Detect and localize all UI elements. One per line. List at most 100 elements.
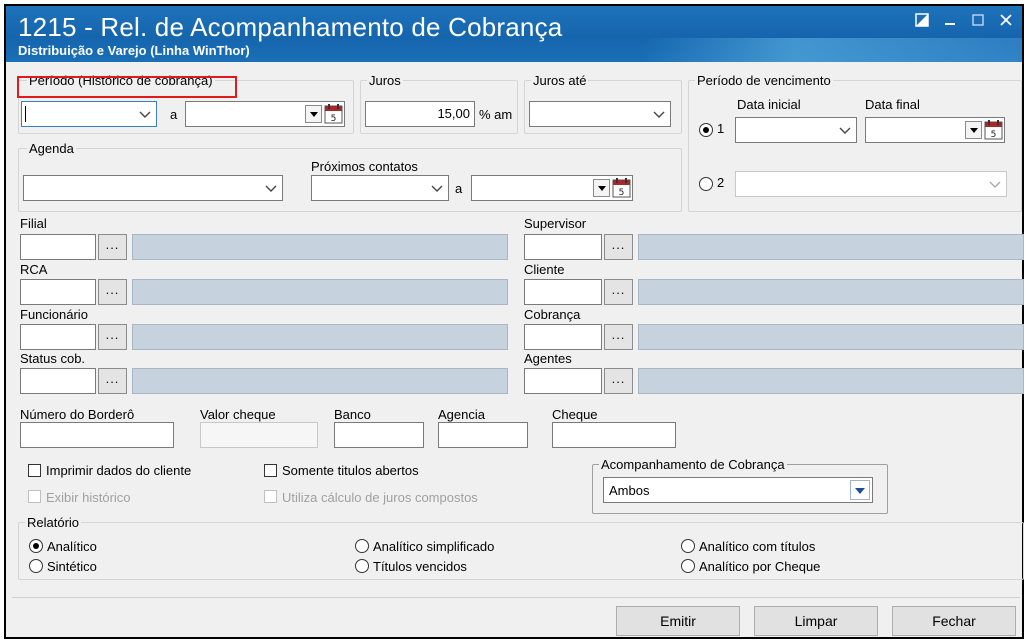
agentes-description-field [638, 368, 1024, 394]
svg-text:5: 5 [331, 114, 337, 124]
close-icon[interactable] [996, 12, 1016, 32]
agentes-lookup-button[interactable]: ... [604, 368, 633, 394]
proximos-contatos-separator: a [455, 181, 463, 196]
chevron-down-icon [139, 111, 151, 118]
relatorio-analitico-simplificado-label: Analítico simplificado [373, 539, 495, 554]
calendar-icon[interactable]: 5 [612, 178, 631, 198]
filial-lookup-button[interactable]: ... [98, 234, 127, 260]
agenda-combo[interactable] [23, 175, 283, 201]
status-cob-description-field [132, 368, 508, 394]
data-inicial-combo[interactable] [735, 117, 857, 143]
status-cob-lookup-button[interactable]: ... [98, 368, 127, 394]
proximos-contatos-end-date[interactable]: 5 [471, 175, 633, 201]
periodo-historico-start-combo[interactable] [21, 101, 157, 127]
supervisor-code-input[interactable] [524, 234, 602, 260]
emitir-button[interactable]: Emitir [616, 606, 740, 636]
vencimento-option-1-label: 1 [717, 121, 725, 136]
group-relatorio: Relatório Analítico Sintético Analítico … [18, 515, 1024, 580]
juros-compostos-label: Utiliza cálculo de juros compostos [282, 490, 478, 505]
vencimento-option-1-radio[interactable] [699, 123, 713, 137]
limpar-button[interactable]: Limpar [754, 606, 878, 636]
proximos-contatos-start-combo[interactable] [311, 175, 449, 201]
dropdown-arrow-icon[interactable] [850, 480, 870, 500]
svg-text:5: 5 [619, 188, 625, 198]
window-subtitle: Distribuição e Varejo (Linha WinThor) [18, 43, 250, 58]
group-juros-ate: Juros até [524, 73, 682, 134]
filial-label: Filial [20, 216, 47, 231]
group-periodo-vencimento: Período de vencimento Data inicial Data … [688, 73, 1022, 212]
cobranca-lookup-button[interactable]: ... [604, 324, 633, 350]
valor-cheque-label: Valor cheque [200, 407, 276, 422]
minimize-icon[interactable] [940, 12, 960, 32]
filial-description-field [132, 234, 508, 260]
cliente-code-input[interactable] [524, 279, 602, 305]
cliente-lookup-button[interactable]: ... [604, 279, 633, 305]
vencimento-option-2-radio[interactable] [699, 177, 713, 191]
somente-titulos-checkbox[interactable] [264, 464, 277, 477]
status-cob-code-input[interactable] [20, 368, 96, 394]
cobranca-label: Cobrança [524, 307, 581, 322]
banco-label: Banco [334, 407, 371, 422]
relatorio-analitico-simplificado-radio[interactable] [355, 539, 369, 553]
agentes-label: Agentes [524, 351, 572, 366]
data-inicial-label: Data inicial [737, 97, 801, 112]
window-title: 1215 - Rel. de Acompanhamento de Cobranç… [18, 12, 563, 42]
relatorio-analitico-label: Analítico [47, 539, 97, 554]
cheque-input[interactable] [552, 422, 676, 448]
funcionario-label: Funcionário [20, 307, 88, 322]
juros-input[interactable]: 15,00 [365, 101, 475, 127]
relatorio-analitico-titulos-radio[interactable] [681, 539, 695, 553]
supervisor-lookup-button[interactable]: ... [604, 234, 633, 260]
data-final-date[interactable]: 5 [865, 117, 1005, 143]
rca-code-input[interactable] [20, 279, 96, 305]
relatorio-analitico-titulos-label: Analítico com títulos [699, 539, 816, 554]
chevron-down-icon [265, 185, 277, 192]
report-window: 1215 - Rel. de Acompanhamento de Cobranç… [4, 4, 1024, 639]
maximize-icon[interactable] [968, 12, 988, 32]
highlight-box [17, 76, 237, 98]
vencimento-option-2-combo [735, 171, 1007, 197]
chevron-down-icon [989, 181, 1001, 188]
dropdown-arrow-icon[interactable] [965, 121, 982, 139]
banco-input[interactable] [334, 422, 424, 448]
relatorio-sintetico-radio[interactable] [29, 559, 43, 573]
exibir-historico-checkbox [28, 490, 41, 503]
relatorio-analitico-radio[interactable] [29, 539, 43, 553]
group-agenda: Agenda Próximos contatos a 5 [18, 141, 682, 212]
dropdown-arrow-icon[interactable] [305, 105, 322, 123]
funcionario-description-field [132, 324, 508, 350]
chevron-down-icon [653, 111, 665, 118]
bordero-input[interactable] [20, 422, 174, 448]
periodo-historico-end-date[interactable]: 5 [185, 101, 345, 127]
funcionario-code-input[interactable] [20, 324, 96, 350]
group-juros: Juros 15,00 % am [360, 73, 518, 134]
restore-icon[interactable] [912, 12, 932, 32]
cliente-description-field [638, 279, 1024, 305]
agencia-label: Agencia [438, 407, 485, 422]
calendar-icon[interactable]: 5 [324, 104, 343, 124]
dropdown-arrow-icon[interactable] [593, 179, 610, 197]
rca-description-field [132, 279, 508, 305]
juros-ate-combo[interactable] [529, 101, 671, 127]
chevron-down-icon [431, 185, 443, 192]
acompanhamento-select[interactable]: Ambos [603, 477, 873, 503]
calendar-icon[interactable]: 5 [984, 120, 1003, 140]
acompanhamento-value: Ambos [609, 483, 650, 498]
agentes-code-input[interactable] [524, 368, 602, 394]
cheque-label: Cheque [552, 407, 598, 422]
imprimir-dados-checkbox[interactable] [28, 464, 41, 477]
relatorio-titulos-vencidos-radio[interactable] [355, 559, 369, 573]
bordero-label: Número do Borderô [20, 407, 135, 422]
relatorio-analitico-cheque-label: Analítico por Cheque [699, 559, 821, 574]
imprimir-dados-label: Imprimir dados do cliente [46, 463, 192, 478]
funcionario-lookup-button[interactable]: ... [98, 324, 127, 350]
juros-value: 15,00 [437, 106, 470, 121]
filial-code-input[interactable] [20, 234, 96, 260]
agencia-input[interactable] [438, 422, 528, 448]
rca-lookup-button[interactable]: ... [98, 279, 127, 305]
relatorio-analitico-cheque-radio[interactable] [681, 559, 695, 573]
cobranca-code-input[interactable] [524, 324, 602, 350]
fechar-button[interactable]: Fechar [892, 606, 1016, 636]
title-bar-accent [642, 38, 1022, 62]
valor-cheque-input [200, 422, 318, 448]
